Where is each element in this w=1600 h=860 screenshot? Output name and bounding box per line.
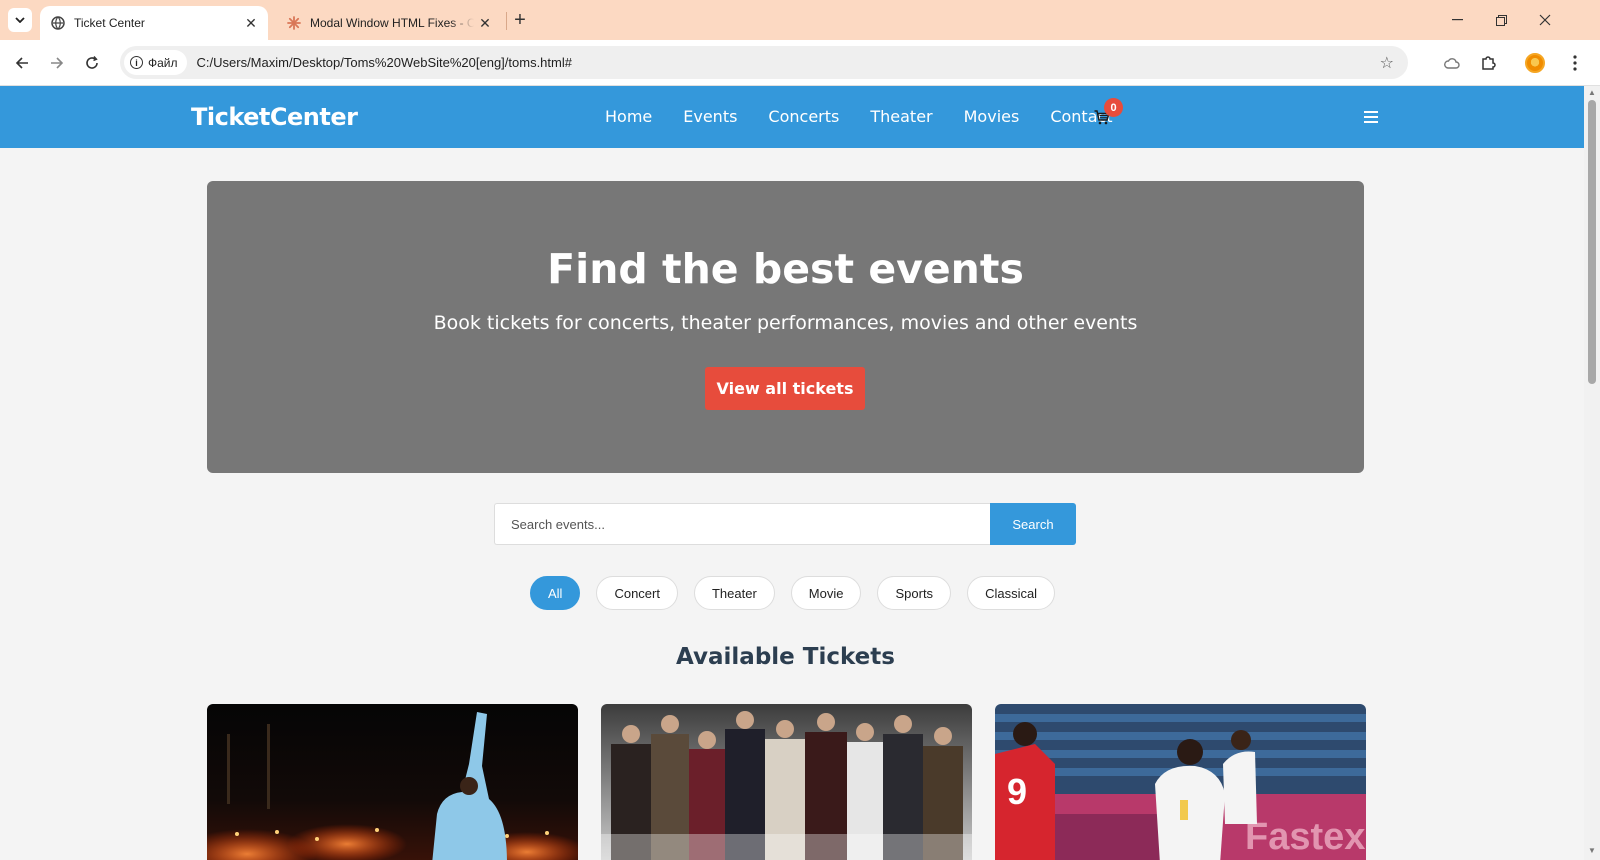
site-info-chip[interactable]: i Файл (124, 50, 187, 75)
browser-tab-bar: Ticket Center ✕ Modal Window HTML Fixes … (0, 0, 1600, 40)
football-match-image: Fastex 9 (995, 704, 1366, 860)
tab-title: Modal Window HTML Fixes - Cl (310, 16, 474, 30)
page-scrollbar[interactable]: ▲ ▼ (1584, 86, 1600, 860)
more-menu-icon[interactable] (1563, 51, 1587, 75)
extension-cloud-icon[interactable] (1440, 51, 1464, 75)
bookmark-star-icon[interactable]: ☆ (1380, 53, 1394, 73)
address-bar[interactable]: i Файл C:/Users/Maxim/Desktop/Toms%20Web… (120, 46, 1408, 79)
theater-cast-image (601, 704, 972, 860)
cart-count-badge: 0 (1104, 98, 1123, 117)
hero-banner: Find the best events Book tickets for co… (207, 181, 1364, 473)
view-all-tickets-button[interactable]: View all tickets (705, 367, 865, 410)
tab-separator (506, 12, 507, 30)
avatar (1525, 53, 1545, 73)
svg-text:Fastex: Fastex (1245, 816, 1365, 858)
nav-home[interactable]: Home (605, 107, 652, 126)
back-arrow-icon[interactable] (8, 49, 36, 77)
search-bar: Search (494, 503, 1076, 545)
page-viewport: TicketCenter Home Events Concerts Theate… (0, 86, 1584, 860)
hero-title: Find the best events (547, 245, 1024, 293)
site-header: TicketCenter Home Events Concerts Theate… (0, 86, 1584, 148)
browser-toolbar: i Файл C:/Users/Maxim/Desktop/Toms%20Web… (0, 40, 1600, 86)
extensions-puzzle-icon[interactable] (1476, 51, 1500, 75)
concert-performer-image (207, 704, 578, 860)
site-logo[interactable]: TicketCenter (191, 103, 358, 131)
filter-classical[interactable]: Classical (967, 576, 1056, 610)
nav-theater[interactable]: Theater (870, 107, 932, 126)
cart-button[interactable]: 0 (1094, 98, 1123, 130)
scroll-down-icon[interactable]: ▼ (1587, 846, 1597, 856)
forward-arrow-icon[interactable] (43, 49, 71, 77)
scroll-up-icon[interactable]: ▲ (1587, 88, 1597, 98)
claude-asterisk-icon (286, 15, 302, 31)
ticket-card[interactable] (601, 704, 972, 860)
hero-subtitle: Book tickets for concerts, theater perfo… (433, 312, 1138, 334)
svg-text:9: 9 (1007, 771, 1027, 812)
new-tab-button[interactable]: + (508, 8, 532, 32)
nav-concerts[interactable]: Concerts (768, 107, 839, 126)
filter-concert[interactable]: Concert (596, 576, 678, 610)
scrollbar-thumb[interactable] (1588, 100, 1596, 384)
close-icon[interactable]: ✕ (474, 12, 496, 34)
restore-icon[interactable] (1478, 0, 1524, 40)
nav-movies[interactable]: Movies (964, 107, 1020, 126)
tab-search-button[interactable] (8, 8, 32, 32)
hamburger-menu-icon[interactable] (1364, 110, 1378, 124)
tab-ticket-center[interactable]: Ticket Center ✕ (40, 6, 268, 40)
ticket-card[interactable] (207, 704, 578, 860)
window-close-icon[interactable] (1522, 0, 1568, 40)
search-input[interactable] (494, 503, 990, 545)
filter-movie[interactable]: Movie (790, 576, 862, 610)
close-icon[interactable]: ✕ (240, 12, 262, 34)
minimize-icon[interactable] (1434, 0, 1480, 40)
ticket-card[interactable]: Fastex 9 (995, 704, 1366, 860)
search-button[interactable]: Search (990, 503, 1076, 545)
filter-sports[interactable]: Sports (877, 576, 952, 610)
globe-icon (50, 15, 66, 31)
section-title: Available Tickets (676, 644, 895, 670)
url-text: C:/Users/Maxim/Desktop/Toms%20WebSite%20… (196, 55, 572, 70)
chevron-down-icon (15, 17, 25, 23)
filter-theater[interactable]: Theater (693, 576, 775, 610)
site-chip-label: Файл (148, 55, 178, 70)
nav-events[interactable]: Events (683, 107, 737, 126)
ticket-cards: Fastex 9 (207, 704, 1366, 860)
category-filters: All Concert Theater Movie Sports Classic… (530, 576, 1056, 610)
tab-modal-window[interactable]: Modal Window HTML Fixes - Cl ✕ (276, 6, 502, 40)
tab-title: Ticket Center (74, 16, 145, 30)
reload-icon[interactable] (78, 49, 106, 77)
filter-all[interactable]: All (530, 576, 581, 610)
main-nav: Home Events Concerts Theater Movies Cont… (605, 107, 1113, 126)
profile-avatar[interactable] (1523, 51, 1547, 75)
info-icon: i (130, 56, 143, 69)
